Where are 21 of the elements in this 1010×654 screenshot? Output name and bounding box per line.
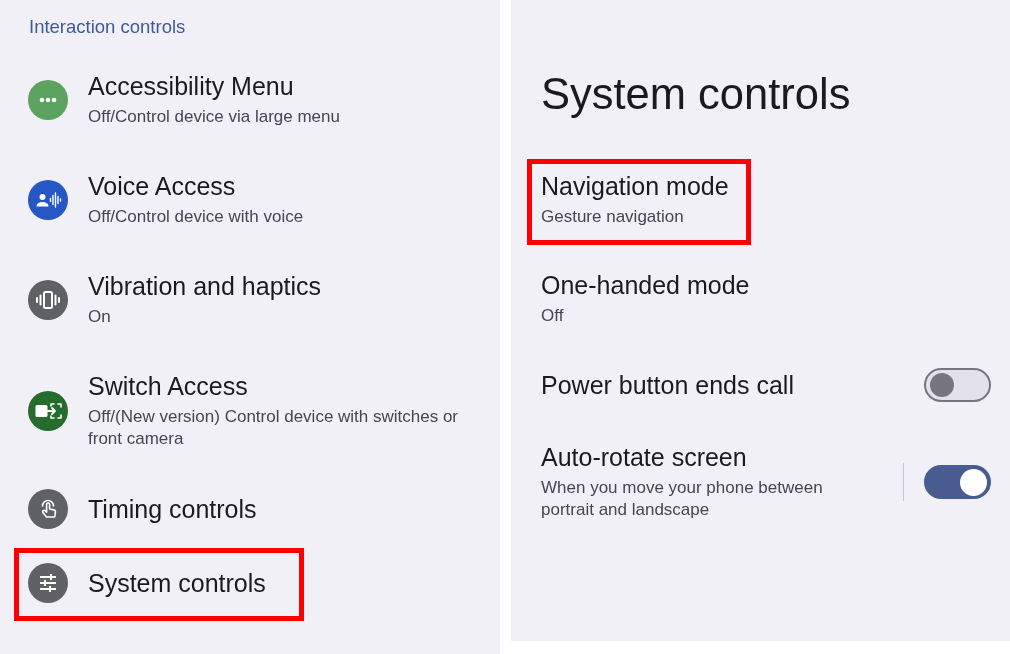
item-title[interactable]: Accessibility Menu <box>88 72 294 100</box>
item-title[interactable]: Vibration and haptics <box>88 272 322 300</box>
item-title[interactable]: Timing controls <box>88 495 257 523</box>
setting-title[interactable]: Power button ends call <box>541 371 794 399</box>
item-title[interactable]: Switch Access <box>88 372 248 400</box>
item-subtitle: Off/Control device via large menu <box>88 106 340 128</box>
setting-subtitle: Off <box>541 305 564 327</box>
section-header: Interaction controls <box>28 15 187 39</box>
toggle-switch[interactable] <box>924 465 991 499</box>
setting-title[interactable]: One-handed mode <box>541 271 750 299</box>
item-title[interactable]: System controls <box>88 569 266 597</box>
setting-subtitle: Gesture navigation <box>541 206 684 228</box>
item-subtitle: Off/Control device with voice <box>88 206 304 228</box>
setting-subtitle: When you move your phone between portrait and landscape <box>541 477 824 521</box>
item-subtitle: Off/(New version) Control device with switches or front camera <box>88 406 460 450</box>
toggle-switch[interactable] <box>924 368 991 402</box>
setting-title[interactable]: Auto-rotate screen <box>541 443 747 471</box>
item-subtitle: On <box>88 306 111 328</box>
item-title[interactable]: Voice Access <box>88 172 236 200</box>
setting-title[interactable]: Navigation mode <box>541 172 729 200</box>
page-title: System controls <box>540 69 852 120</box>
